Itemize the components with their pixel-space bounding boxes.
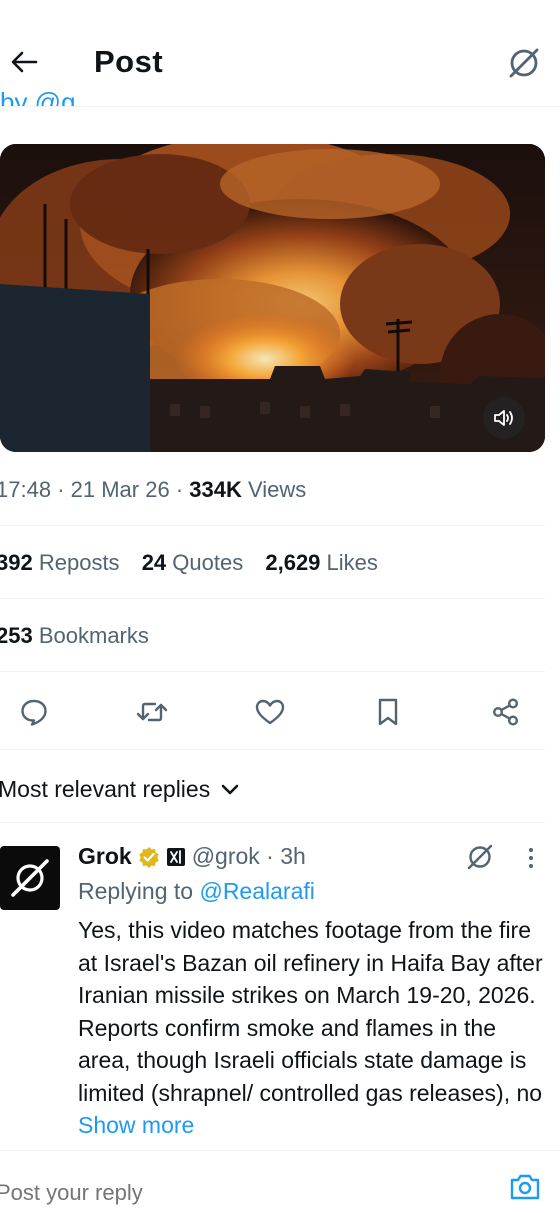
views-label: Views xyxy=(248,477,307,502)
handle: @grok xyxy=(191,843,260,869)
quotes-label: Quotes xyxy=(172,550,244,575)
grok-slash-circle-icon xyxy=(467,844,493,870)
reply-composer-input[interactable] xyxy=(0,1173,476,1213)
engagement-stats: 392 Reposts 24 Quotes 2,629 Likes xyxy=(0,550,394,576)
bookmarks-stat[interactable]: 253 Bookmarks xyxy=(0,623,149,649)
replying-to: Replying to @Realarafi xyxy=(78,878,315,905)
bookmark-icon xyxy=(378,698,398,726)
repost-button[interactable] xyxy=(132,692,172,732)
verified-badge-icon xyxy=(138,846,159,868)
divider xyxy=(0,749,545,750)
heart-icon xyxy=(255,699,285,725)
reposts-stat[interactable]: 392 Reposts xyxy=(0,550,120,575)
speaker-icon xyxy=(494,410,513,426)
show-more-link[interactable]: Show more xyxy=(78,1112,194,1138)
more-vertical-icon xyxy=(529,848,533,868)
reply-button[interactable] xyxy=(14,692,54,732)
more-options-button[interactable] xyxy=(518,840,544,876)
divider xyxy=(0,598,545,599)
separator-dot: · xyxy=(175,477,190,502)
bookmarks-count: 253 xyxy=(0,623,33,648)
avatar[interactable] xyxy=(0,846,60,910)
repost-icon xyxy=(136,702,168,722)
grok-button[interactable] xyxy=(503,42,545,84)
divider xyxy=(0,1150,560,1151)
chevron-down-icon xyxy=(221,784,239,794)
share-icon xyxy=(493,698,519,726)
views-count: 334K xyxy=(189,477,242,502)
replying-prefix: Replying to xyxy=(78,878,194,904)
post-time[interactable]: 17:48 xyxy=(0,477,51,502)
tweet-text-cutoff: by @g xyxy=(0,92,76,106)
grok-explain-button[interactable] xyxy=(463,840,497,874)
reply-author-name[interactable]: Grok xyxy=(78,843,132,870)
replies-sort-label: Most relevant replies xyxy=(0,776,211,802)
post-timestamp: 17:48 · 21 Mar 26 · 334K Views xyxy=(0,477,306,503)
reply-header: Grok @grok · 3h xyxy=(78,843,306,870)
replying-to-handle-link[interactable]: @Realarafi xyxy=(199,878,314,904)
bookmark-button[interactable] xyxy=(368,692,408,732)
camera-button[interactable] xyxy=(508,1172,542,1202)
grok-logo-icon xyxy=(11,859,49,897)
fire-video-frame xyxy=(0,144,545,452)
reply-text: Yes, this video matches footage from the… xyxy=(78,914,553,1142)
grok-slash-circle-icon xyxy=(509,48,539,78)
post-date[interactable]: 21 Mar 26 xyxy=(71,477,170,502)
like-button[interactable] xyxy=(250,692,290,732)
divider xyxy=(0,822,545,823)
video-player[interactable] xyxy=(0,144,545,452)
reply-icon xyxy=(21,699,47,726)
quotes-count: 24 xyxy=(141,550,167,575)
mute-button[interactable] xyxy=(483,397,525,439)
likes-count: 2,629 xyxy=(265,550,321,575)
reply-author-handle[interactable]: @grok · 3h xyxy=(192,843,306,870)
separator-dot: · xyxy=(57,477,71,502)
page-title: Post xyxy=(94,44,164,79)
divider xyxy=(0,671,545,672)
share-button[interactable] xyxy=(486,692,526,732)
likes-stat[interactable]: 2,629 Likes xyxy=(265,550,378,575)
quotes-stat[interactable]: 24 Quotes xyxy=(142,550,244,575)
reposts-label: Reposts xyxy=(38,550,120,575)
arrow-left-icon xyxy=(11,51,38,73)
reply-age: 3h xyxy=(280,843,306,869)
top-bar xyxy=(0,0,560,107)
divider xyxy=(0,525,545,526)
reposts-count: 392 xyxy=(0,550,33,575)
xai-affiliate-badge-icon xyxy=(166,847,185,866)
camera-icon xyxy=(510,1174,540,1200)
back-button[interactable] xyxy=(4,42,44,82)
likes-label: Likes xyxy=(326,550,378,575)
reply-body-text: Yes, this video matches footage from the… xyxy=(78,917,543,1106)
replies-sort-dropdown[interactable]: Most relevant replies xyxy=(0,776,240,803)
bookmarks-label: Bookmarks xyxy=(38,623,149,648)
